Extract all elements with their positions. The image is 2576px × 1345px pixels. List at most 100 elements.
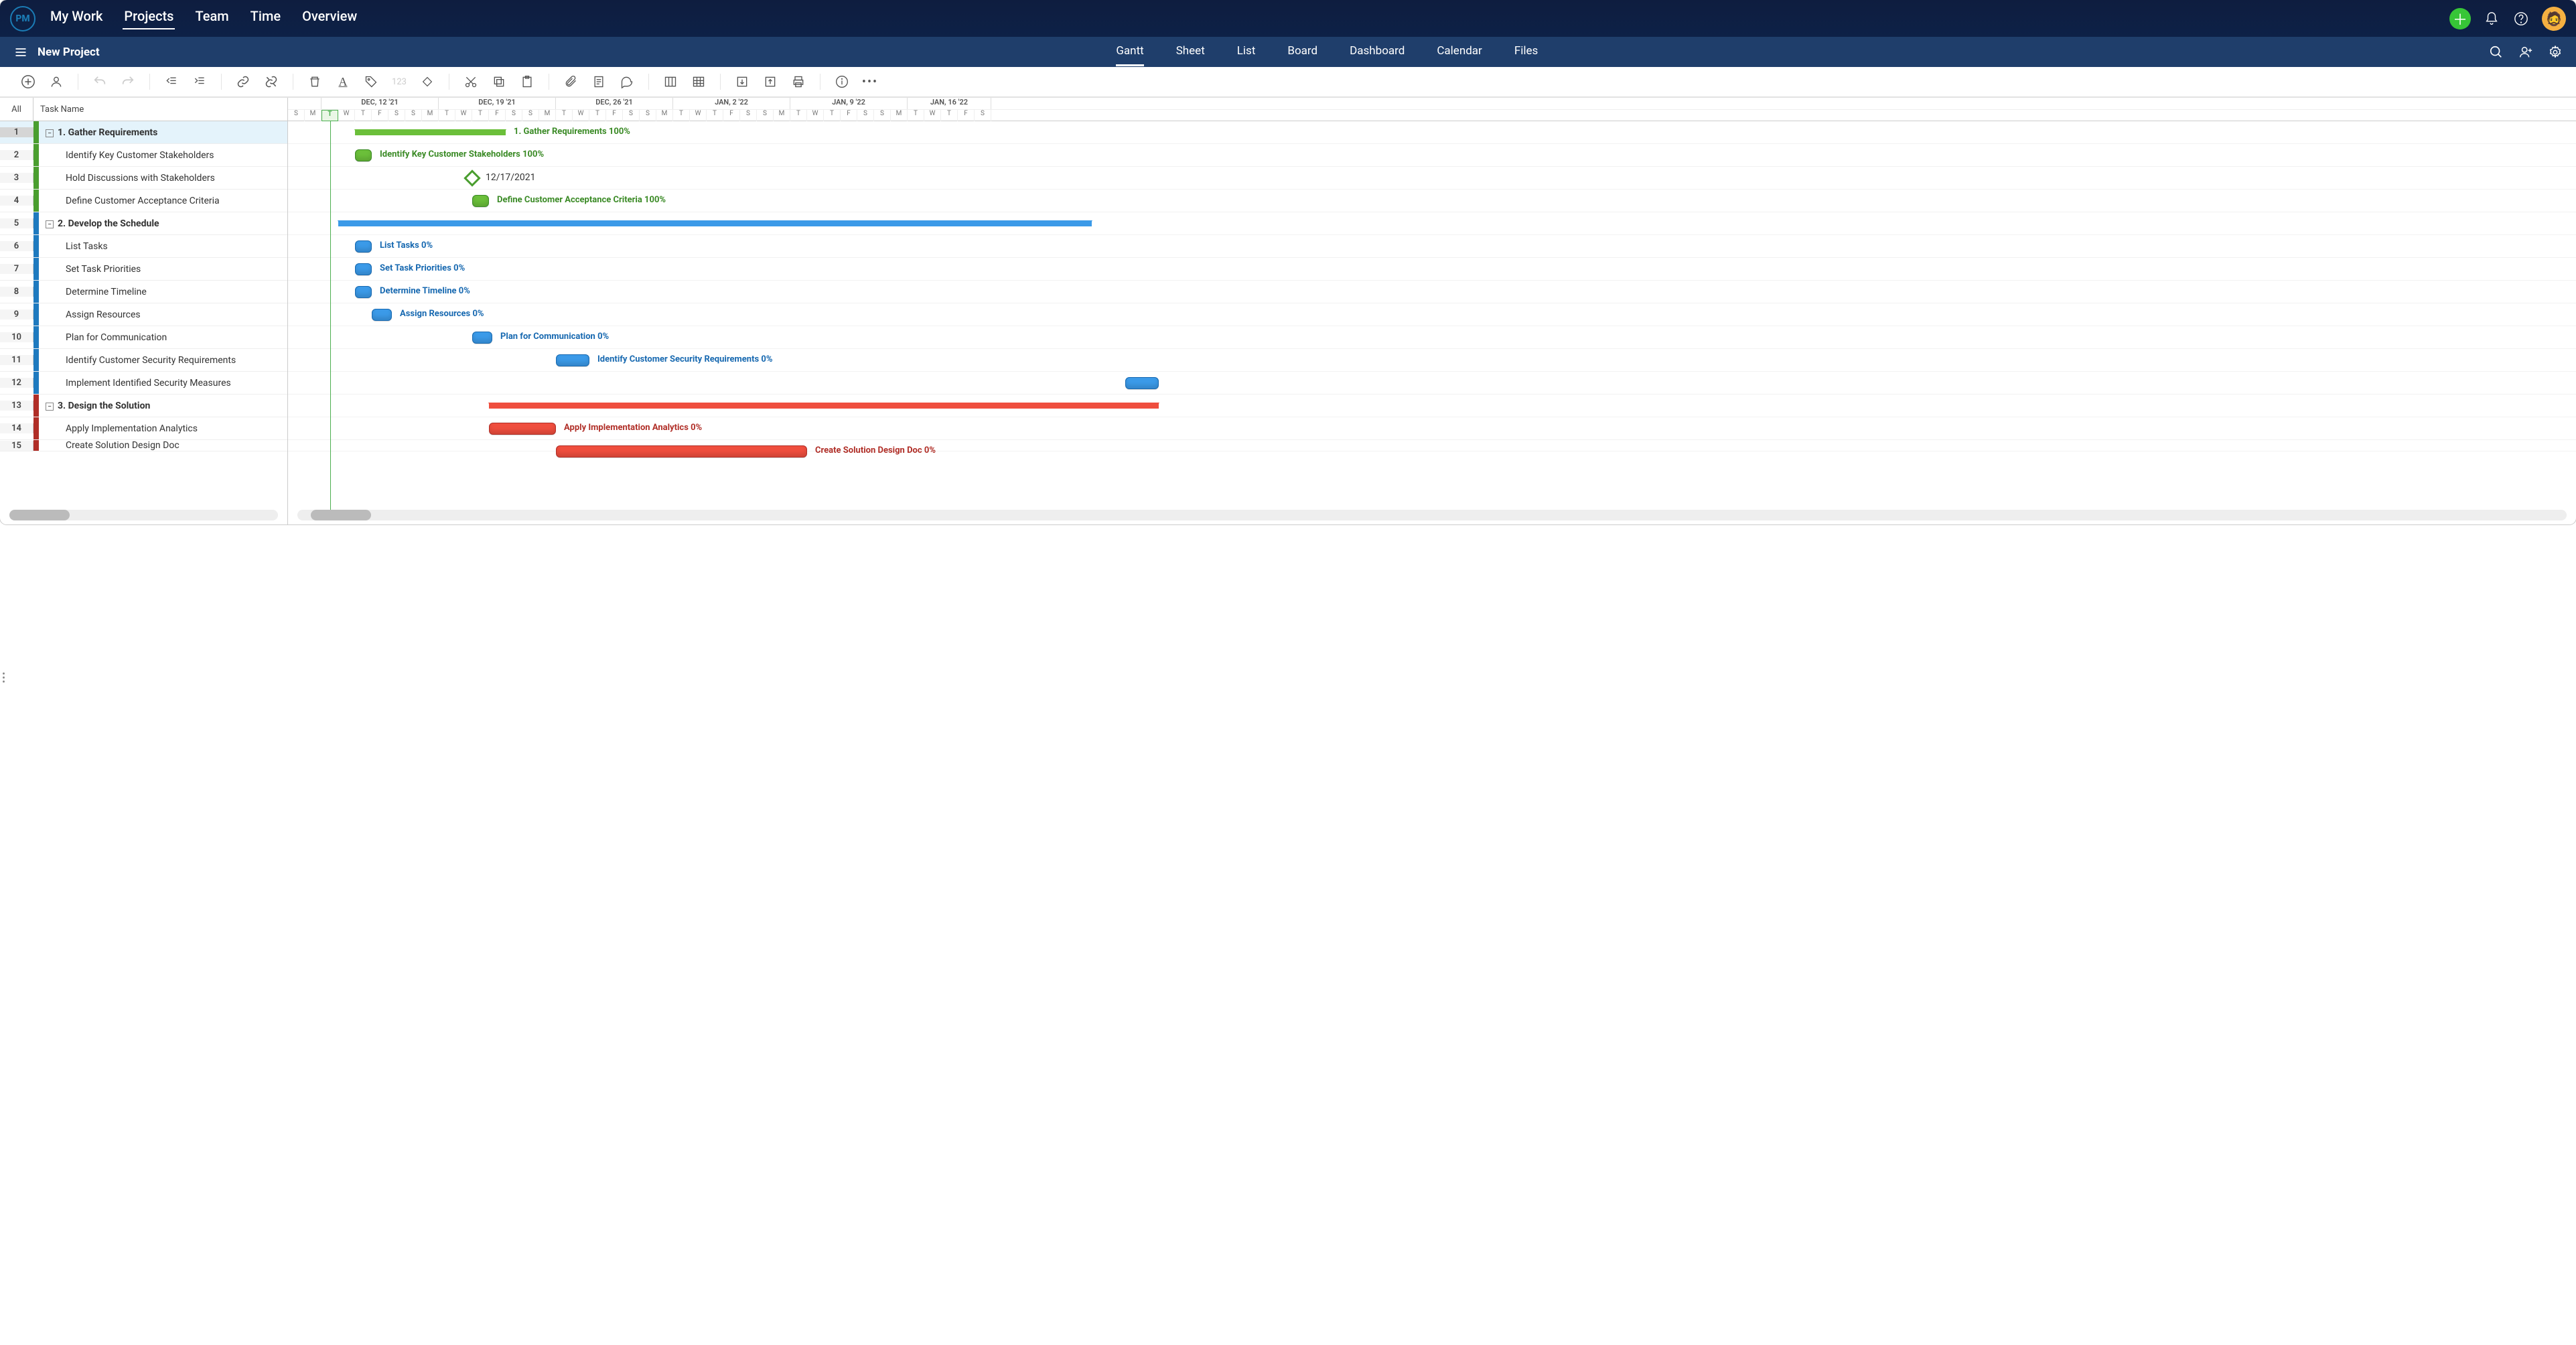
tag-icon[interactable] — [363, 74, 379, 90]
gantt-row: Identify Customer Security Requirements … — [288, 349, 2576, 372]
column-all[interactable]: All — [0, 98, 33, 121]
gantt-label: Identify Customer Security Requirements … — [597, 354, 772, 364]
task-row[interactable]: 12Implement Identified Security Measures — [0, 372, 287, 395]
day-header: S — [874, 110, 891, 121]
add-member-icon[interactable] — [2517, 44, 2534, 61]
task-row[interactable]: 3Hold Discussions with Stakeholders — [0, 167, 287, 190]
day-header: F — [841, 110, 857, 121]
week-header: DEC, 12 '21 — [321, 98, 439, 109]
gantt-bar[interactable] — [1125, 377, 1159, 389]
day-header: T — [472, 110, 489, 121]
column-task-name[interactable]: Task Name — [33, 98, 287, 121]
view-tab-board[interactable]: Board — [1287, 44, 1317, 66]
gantt-bar[interactable] — [355, 129, 506, 135]
project-title: New Project — [38, 46, 100, 59]
milestone-icon[interactable] — [419, 74, 435, 90]
day-header: S — [405, 110, 422, 121]
task-row[interactable]: 2Identify Key Customer Stakeholders — [0, 144, 287, 167]
user-avatar[interactable]: 🧔 — [2542, 7, 2566, 31]
task-row[interactable]: 5−2. Develop the Schedule — [0, 212, 287, 235]
task-row[interactable]: 14Apply Implementation Analytics — [0, 417, 287, 440]
search-icon[interactable] — [2488, 44, 2505, 61]
week-header: DEC, 19 '21 — [439, 98, 556, 109]
info-icon[interactable] — [834, 74, 850, 90]
gantt-bar[interactable] — [372, 309, 392, 321]
topnav-my-work[interactable]: My Work — [49, 8, 104, 29]
unlink-icon[interactable] — [263, 74, 279, 90]
bell-icon[interactable] — [2483, 10, 2500, 27]
gantt-bar[interactable] — [489, 423, 556, 435]
gantt-bar[interactable] — [355, 286, 372, 298]
add-task-icon[interactable] — [20, 74, 36, 90]
task-row[interactable]: 7Set Task Priorities — [0, 258, 287, 281]
gantt-hscroll[interactable] — [297, 510, 2567, 520]
task-row[interactable]: 8Determine Timeline — [0, 281, 287, 303]
text-color-icon[interactable]: A — [335, 74, 351, 90]
menu-icon[interactable] — [12, 44, 29, 61]
gantt-bar[interactable] — [355, 263, 372, 275]
topnav-team[interactable]: Team — [194, 8, 230, 29]
cut-icon[interactable] — [463, 74, 479, 90]
notes-icon[interactable] — [591, 74, 607, 90]
task-row[interactable]: 11Identify Customer Security Requirement… — [0, 349, 287, 372]
collapse-icon[interactable]: − — [46, 403, 54, 411]
settings-icon[interactable] — [2547, 44, 2564, 61]
task-row[interactable]: 1−1. Gather Requirements — [0, 121, 287, 144]
gantt-row: Set Task Priorities 0% — [288, 258, 2576, 281]
task-row[interactable]: 4Define Customer Acceptance Criteria — [0, 190, 287, 212]
view-tabs: Gantt Sheet List Board Dashboard Calendar File… — [1049, 38, 1538, 66]
copy-icon[interactable] — [491, 74, 507, 90]
gantt-bar[interactable] — [556, 445, 807, 457]
topnav-time[interactable]: Time — [249, 8, 282, 29]
outdent-icon[interactable] — [163, 74, 180, 90]
task-row[interactable]: 10Plan for Communication — [0, 326, 287, 349]
link-icon[interactable] — [235, 74, 251, 90]
more-icon[interactable]: ••• — [862, 74, 878, 90]
import-icon[interactable] — [734, 74, 750, 90]
gantt-bar[interactable] — [489, 403, 1159, 409]
paste-icon[interactable] — [519, 74, 535, 90]
export-icon[interactable] — [762, 74, 778, 90]
gantt-body[interactable]: 1. Gather Requirements 100%Identify Key … — [288, 121, 2576, 510]
gantt-bar[interactable] — [472, 332, 492, 344]
view-tab-calendar[interactable]: Calendar — [1437, 44, 1482, 66]
comment-icon[interactable] — [619, 74, 635, 90]
add-button[interactable]: ＋ — [2449, 8, 2471, 29]
columns-icon[interactable] — [662, 74, 678, 90]
task-row[interactable]: 9Assign Resources — [0, 303, 287, 326]
gantt-bar[interactable] — [355, 240, 372, 253]
gantt-bar[interactable] — [338, 220, 1092, 226]
table-hscroll[interactable] — [9, 510, 278, 520]
day-header: F — [489, 110, 506, 121]
gantt-bar[interactable] — [556, 354, 589, 366]
collapse-icon[interactable]: − — [46, 220, 54, 228]
day-header: S — [640, 110, 656, 121]
indent-icon[interactable] — [192, 74, 208, 90]
view-tab-files[interactable]: Files — [1514, 44, 1538, 66]
print-icon[interactable] — [790, 74, 806, 90]
task-row[interactable]: 13−3. Design the Solution — [0, 395, 287, 417]
gantt-milestone[interactable] — [463, 169, 480, 186]
topnav-overview[interactable]: Overview — [301, 8, 358, 29]
collapse-icon[interactable]: − — [46, 129, 54, 137]
gantt-label: Set Task Priorities 0% — [380, 263, 465, 273]
gantt-label: Define Customer Acceptance Criteria 100% — [497, 195, 666, 205]
gantt-bar[interactable] — [355, 149, 372, 161]
help-icon[interactable] — [2512, 10, 2530, 27]
gantt-bar[interactable] — [472, 195, 489, 207]
day-header: M — [422, 110, 439, 121]
attach-icon[interactable] — [563, 74, 579, 90]
day-header: S — [757, 110, 774, 121]
gantt-label: Identify Key Customer Stakeholders 100% — [380, 149, 544, 159]
topnav-projects[interactable]: Projects — [123, 8, 175, 29]
view-tab-list[interactable]: List — [1237, 44, 1256, 66]
view-tab-sheet[interactable]: Sheet — [1176, 44, 1205, 66]
delete-icon[interactable] — [307, 74, 323, 90]
task-row[interactable]: 6List Tasks — [0, 235, 287, 258]
task-row[interactable]: 15Create Solution Design Doc — [0, 440, 287, 451]
assign-icon[interactable] — [48, 74, 64, 90]
view-tab-dashboard[interactable]: Dashboard — [1350, 44, 1405, 66]
view-tab-gantt[interactable]: Gantt — [1116, 44, 1143, 66]
gantt-row: Plan for Communication 0% — [288, 326, 2576, 349]
grid-icon[interactable] — [691, 74, 707, 90]
